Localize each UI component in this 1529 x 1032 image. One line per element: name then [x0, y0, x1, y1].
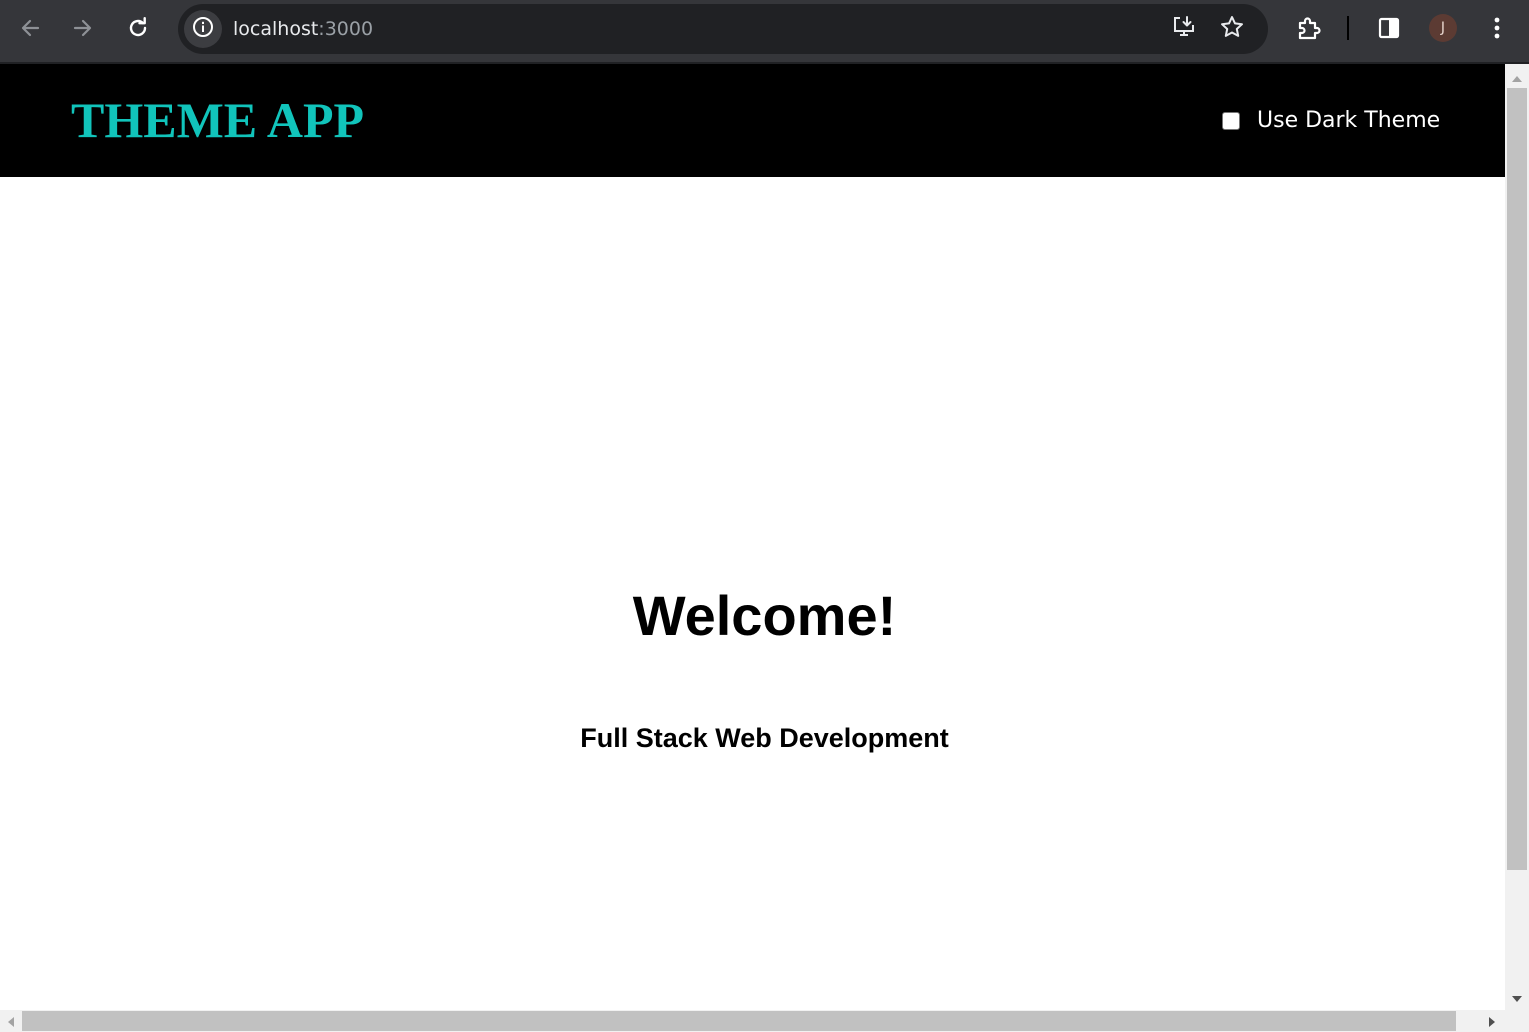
- extensions-button[interactable]: [1289, 8, 1329, 48]
- scroll-left-arrow[interactable]: [0, 1010, 22, 1032]
- triangle-up-icon: [1512, 67, 1522, 86]
- install-app-button[interactable]: [1171, 16, 1197, 42]
- page-viewport: THEME APP Use Dark Theme Welcome! Full S…: [0, 64, 1505, 1010]
- arrow-right-icon: [72, 17, 94, 39]
- browser-toolbar: localhost:3000 J: [0, 0, 1529, 62]
- star-icon: [1219, 14, 1245, 44]
- subtitle-heading: Full Stack Web Development: [580, 723, 949, 753]
- welcome-heading: Welcome!: [632, 584, 897, 647]
- reload-button[interactable]: [118, 8, 158, 48]
- bookmark-button[interactable]: [1219, 16, 1245, 42]
- toolbar-separator: [1347, 16, 1349, 40]
- url-port: :3000: [318, 18, 374, 40]
- dark-theme-label: Use Dark Theme: [1257, 108, 1441, 133]
- arrow-left-icon: [19, 17, 41, 39]
- vertical-scroll-thumb[interactable]: [1507, 88, 1527, 870]
- triangle-down-icon: [1512, 987, 1522, 1006]
- puzzle-icon: [1296, 15, 1322, 41]
- back-button[interactable]: [10, 8, 50, 48]
- forward-button[interactable]: [63, 8, 103, 48]
- scroll-up-arrow[interactable]: [1505, 64, 1529, 88]
- scroll-right-arrow[interactable]: [1481, 1010, 1503, 1032]
- info-icon: [192, 16, 214, 42]
- url-text[interactable]: localhost:3000: [233, 17, 373, 41]
- url-host: localhost: [233, 18, 319, 40]
- profile-avatar[interactable]: J: [1429, 14, 1457, 42]
- scroll-down-arrow[interactable]: [1505, 984, 1529, 1008]
- vertical-scrollbar[interactable]: [1505, 64, 1529, 1010]
- dark-theme-toggle[interactable]: Use Dark Theme: [1222, 108, 1440, 134]
- triangle-left-icon: [8, 1012, 14, 1031]
- scrollbar-corner: [1505, 1010, 1529, 1032]
- side-panel-icon: [1377, 16, 1401, 40]
- dark-theme-checkbox[interactable]: [1222, 112, 1240, 130]
- triangle-right-icon: [1489, 1012, 1495, 1031]
- site-info-button[interactable]: [184, 10, 222, 48]
- address-bar[interactable]: localhost:3000: [178, 4, 1268, 54]
- app-header: THEME APP Use Dark Theme: [0, 64, 1505, 177]
- reload-icon: [127, 17, 149, 39]
- horizontal-scrollbar[interactable]: [0, 1010, 1505, 1032]
- horizontal-scroll-thumb[interactable]: [22, 1011, 1456, 1031]
- app-title: THEME APP: [71, 92, 365, 148]
- side-panel-button[interactable]: [1369, 8, 1409, 48]
- install-app-icon: [1171, 14, 1197, 44]
- kebab-menu-icon: [1494, 16, 1500, 40]
- browser-menu-button[interactable]: [1477, 8, 1517, 48]
